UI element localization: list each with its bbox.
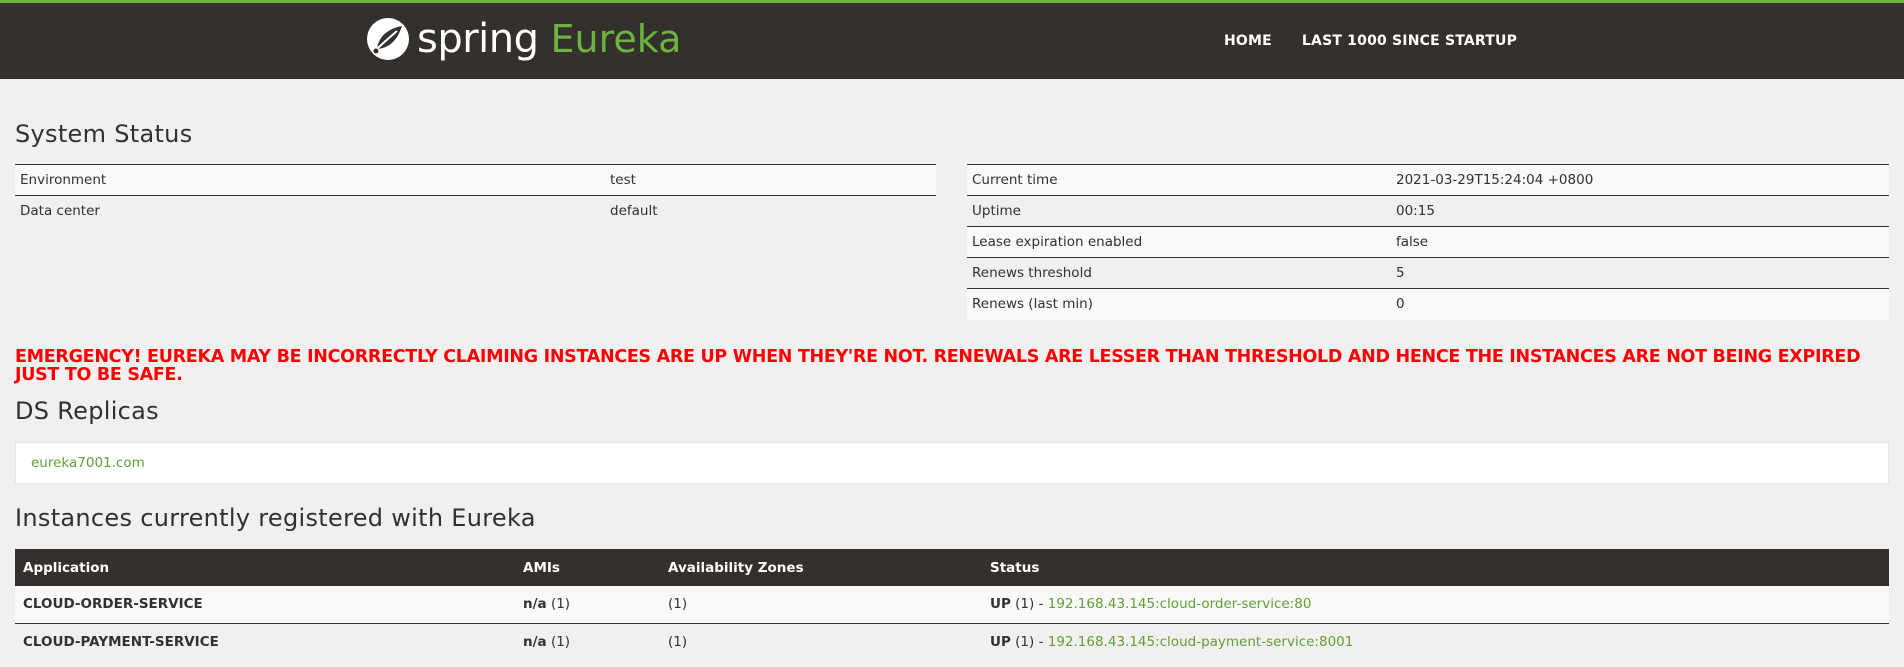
instance-amis: n/a (1): [515, 622, 660, 660]
stat-label: Renews (last min): [967, 288, 1391, 320]
table-header-row: Application AMIs Availability Zones Stat…: [15, 549, 1889, 586]
instance-app: CLOUD-PAYMENT-SERVICE: [15, 622, 515, 660]
nav-last1000-link[interactable]: LAST 1000 SINCE STARTUP: [1302, 33, 1517, 49]
stat-label: Lease expiration enabled: [967, 226, 1391, 258]
stat-value: false: [1391, 226, 1889, 258]
brand-spring-text: spring: [417, 16, 539, 62]
ami-count: (1): [546, 633, 571, 650]
nav-links: HOME LAST 1000 SINCE STARTUP: [1224, 33, 1547, 49]
stat-row: Lease expiration enabled false: [967, 226, 1889, 258]
table-row: CLOUD-ORDER-SERVICE n/a (1) (1) UP (1) -…: [15, 586, 1889, 623]
instance-amis: n/a (1): [515, 586, 660, 623]
system-status-right-table: Current time 2021-03-29T15:24:04 +0800 U…: [967, 164, 1889, 320]
stat-value: default: [605, 195, 936, 227]
stat-row: Uptime 00:15: [967, 195, 1889, 227]
stat-value: 2021-03-29T15:24:04 +0800: [1391, 164, 1889, 196]
status-value: UP: [990, 633, 1011, 650]
stat-label: Renews threshold: [967, 257, 1391, 289]
stat-label: Environment: [15, 164, 605, 196]
replica-link[interactable]: eureka7001.com: [31, 455, 145, 471]
ds-replicas-panel: eureka7001.com: [15, 442, 1889, 484]
table-row: CLOUD-PAYMENT-SERVICE n/a (1) (1) UP (1)…: [15, 622, 1889, 660]
ami-value: n/a: [523, 633, 547, 650]
col-header-zones: Availability Zones: [660, 549, 982, 586]
status-count: (1) -: [1010, 633, 1048, 650]
instance-zones: (1): [660, 586, 982, 623]
nav-home-link[interactable]: HOME: [1224, 33, 1272, 49]
status-count: (1) -: [1010, 596, 1048, 613]
spring-leaf-icon: [367, 18, 409, 60]
stat-label: Data center: [15, 195, 605, 227]
stat-value: test: [605, 164, 936, 196]
top-navbar: spring Eureka HOME LAST 1000 SINCE START…: [0, 0, 1904, 79]
stat-row: Data center default: [15, 195, 936, 227]
system-status-title: System Status: [15, 120, 193, 148]
stat-value: 5: [1391, 257, 1889, 289]
stat-value: 0: [1391, 288, 1889, 320]
instance-status: UP (1) - 192.168.43.145:cloud-payment-se…: [982, 622, 1889, 660]
brand-eureka-text: Eureka: [550, 17, 682, 61]
col-header-amis: AMIs: [515, 549, 660, 586]
stat-row: Renews threshold 5: [967, 257, 1889, 289]
instances-title: Instances currently registered with Eure…: [15, 504, 536, 532]
stat-value: 00:15: [1391, 195, 1889, 227]
stat-row: Renews (last min) 0: [967, 288, 1889, 320]
instance-status: UP (1) - 192.168.43.145:cloud-order-serv…: [982, 586, 1889, 623]
instance-link[interactable]: 192.168.43.145:cloud-order-service:80: [1048, 596, 1312, 612]
ds-replicas-title: DS Replicas: [15, 397, 159, 425]
instance-link[interactable]: 192.168.43.145:cloud-payment-service:800…: [1048, 634, 1354, 650]
brand-logo[interactable]: spring Eureka: [365, 13, 681, 65]
stat-label: Uptime: [967, 195, 1391, 227]
stat-row: Environment test: [15, 164, 936, 196]
col-header-application: Application: [15, 549, 515, 586]
emergency-warning: EMERGENCY! EUREKA MAY BE INCORRECTLY CLA…: [15, 347, 1861, 385]
instance-app: CLOUD-ORDER-SERVICE: [15, 586, 515, 623]
stat-label: Current time: [967, 164, 1391, 196]
ami-value: n/a: [523, 596, 547, 613]
instances-table: Application AMIs Availability Zones Stat…: [15, 549, 1889, 660]
system-status-left-table: Environment test Data center default: [15, 164, 936, 227]
ami-count: (1): [546, 596, 571, 613]
col-header-status: Status: [982, 549, 1889, 586]
instance-zones: (1): [660, 622, 982, 660]
stat-row: Current time 2021-03-29T15:24:04 +0800: [967, 164, 1889, 196]
status-value: UP: [990, 596, 1011, 613]
